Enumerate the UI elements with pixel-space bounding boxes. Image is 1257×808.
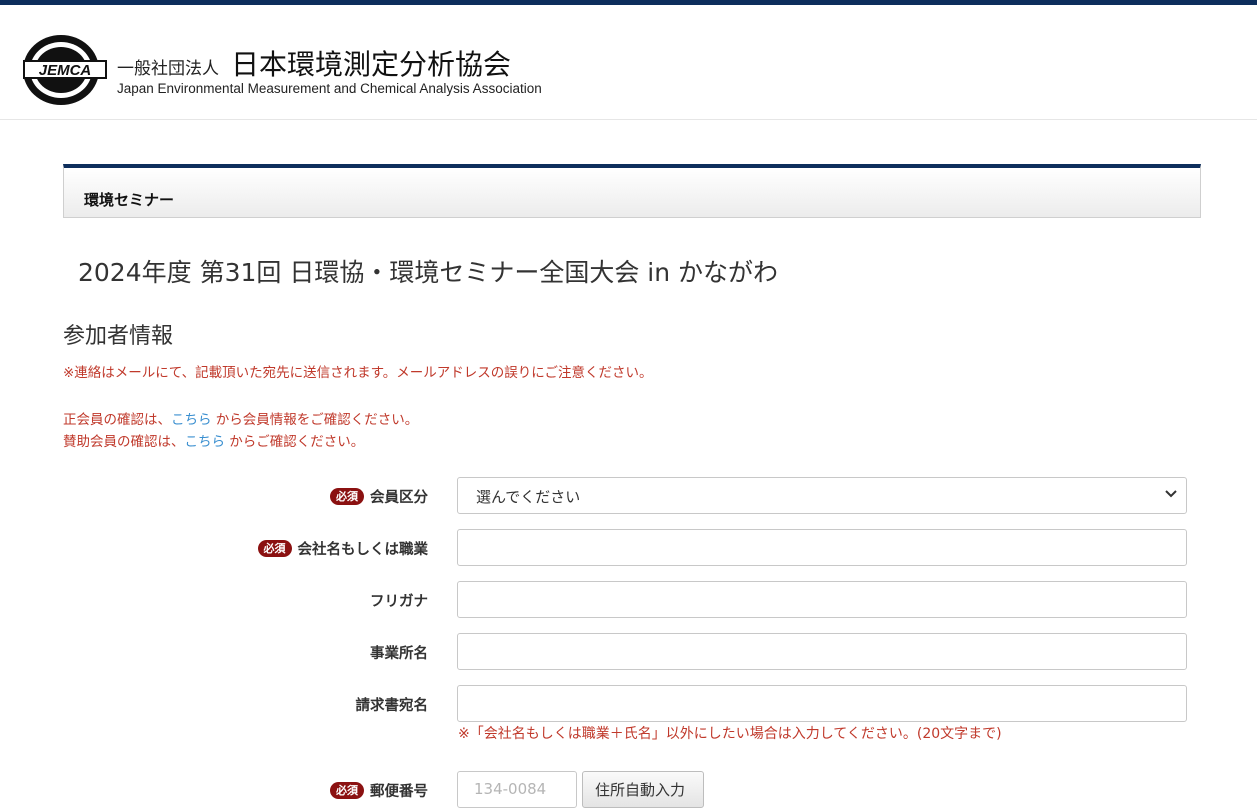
section-heading-bar: 環境セミナー [63,164,1201,218]
invoice-label: 請求書宛名 [356,694,429,715]
member-type-label-text: 会員区分 [370,490,428,506]
participant-heading: 参加者情報 [63,324,174,349]
support-notice-suffix: からご確認ください。 [225,434,365,450]
support-member-link[interactable]: こちら [185,434,226,450]
furigana-label: フリガナ [370,590,428,611]
regular-notice-suffix: から会員情報をご確認ください。 [211,412,419,428]
furigana-input[interactable] [457,581,1187,618]
required-badge: 必須 [257,540,292,557]
company-label-text: 会社名もしくは職業 [297,542,429,558]
office-label: 事業所名 [370,642,428,663]
furigana-label-text: フリガナ [370,594,428,610]
invoice-note: ※「会社名もしくは職業＋氏名」以外にしたい場合は入力してください。(20文字まで… [458,726,1002,742]
jemca-logo[interactable]: JEMCA [21,33,109,107]
invoice-input[interactable] [457,685,1187,722]
chevron-down-icon [1165,490,1177,498]
logo-text: JEMCA [39,62,92,79]
company-input[interactable] [457,529,1187,566]
section-title: 環境セミナー [84,191,175,209]
org-prefix: 一般社団法人 [117,59,219,79]
site-header: JEMCA 一般社団法人 日本環境測定分析協会 Japan Environmen… [0,5,1257,120]
regular-member-link[interactable]: こちら [171,412,212,428]
postal-label: 必須 郵便番号 [330,780,428,801]
mail-notice: ※連絡はメールにて、記載頂いた宛先に送信されます。メールアドレスの誤りにご注意く… [63,365,653,381]
org-name: 日本環境測定分析協会 [231,48,512,81]
postal-label-text: 郵便番号 [370,784,428,800]
member-type-value: 選んでください [476,488,581,506]
regular-notice-prefix: 正会員の確認は、 [63,412,171,428]
office-input[interactable] [457,633,1187,670]
required-badge: 必須 [330,782,364,799]
event-title: 2024年度 第31回 日環協・環境セミナー全国大会 in かながわ [78,258,779,287]
support-member-notice: 賛助会員の確認は、こちら からご確認ください。 [63,430,364,450]
member-type-select[interactable]: 選んでください [457,477,1187,514]
invoice-label-text: 請求書宛名 [355,698,429,714]
required-badge: 必須 [330,488,364,505]
member-type-label: 必須 会員区分 [330,486,428,507]
support-notice-prefix: 賛助会員の確認は、 [63,434,185,450]
office-label-text: 事業所名 [370,646,428,662]
postal-placeholder: 134-0084 [474,780,547,798]
org-english-name: Japan Environmental Measurement and Chem… [117,81,542,96]
regular-member-notice: 正会員の確認は、こちら から会員情報をご確認ください。 [63,408,418,428]
company-label: 必須 会社名もしくは職業 [257,538,429,559]
